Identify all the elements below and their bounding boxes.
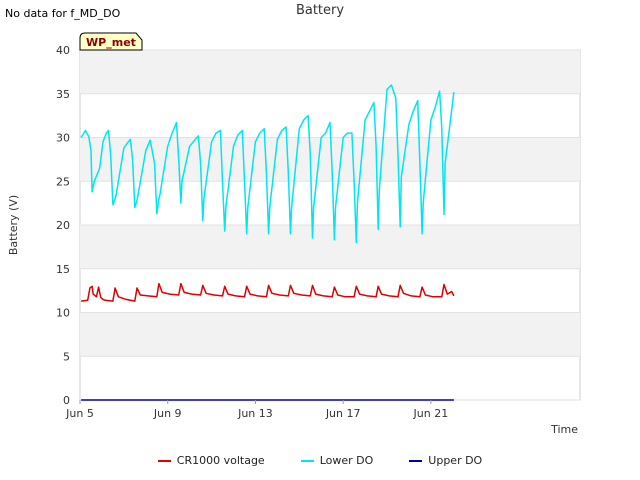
y-tick-label: 35 — [56, 88, 70, 101]
x-tick-label: Jun 9 — [153, 407, 182, 420]
x-tick-label: Jun 21 — [413, 407, 449, 420]
y-tick-label: 20 — [56, 219, 70, 232]
x-axis-label: Time — [550, 423, 578, 436]
y-tick-label: 5 — [63, 350, 70, 363]
y-tick-label: 30 — [56, 132, 70, 145]
x-tick-label: Jun 5 — [65, 407, 94, 420]
legend-swatch-upper-do — [409, 459, 423, 462]
x-tick-label: Jun 13 — [237, 407, 273, 420]
legend-swatch-cr1000 — [157, 459, 171, 462]
grid-band — [80, 225, 580, 269]
y-tick-label: 0 — [63, 394, 70, 407]
y-axis-label: Battery (V) — [7, 195, 20, 255]
legend-item-lower-do: Lower DO — [300, 454, 374, 467]
legend-label-upper-do: Upper DO — [428, 454, 483, 467]
battery-line-chart: 0 5 10 15 20 25 30 35 40 Jun 5 Jun 9 Jun 13 Jun 17 J… — [7, 32, 581, 436]
legend-label-cr1000: CR1000 voltage — [176, 454, 265, 467]
grid-band — [80, 312, 580, 357]
y-tick-label: 10 — [56, 307, 70, 320]
wp-met-badge: WP_met — [79, 32, 143, 51]
wp-met-badge-label: WP_met — [86, 36, 136, 49]
legend-label-lower-do: Lower DO — [319, 454, 374, 467]
x-tick-label: Jun 17 — [325, 407, 361, 420]
legend-item-cr1000: CR1000 voltage — [157, 454, 265, 467]
legend: CR1000 voltage Lower DO Upper DO — [0, 454, 640, 467]
grid-band — [80, 50, 580, 94]
legend-item-upper-do: Upper DO — [409, 454, 482, 467]
legend-swatch-lower-do — [300, 459, 314, 462]
y-tick-label: 25 — [56, 175, 70, 188]
y-tick-label: 15 — [56, 263, 70, 276]
y-tick-label: 40 — [56, 44, 70, 57]
